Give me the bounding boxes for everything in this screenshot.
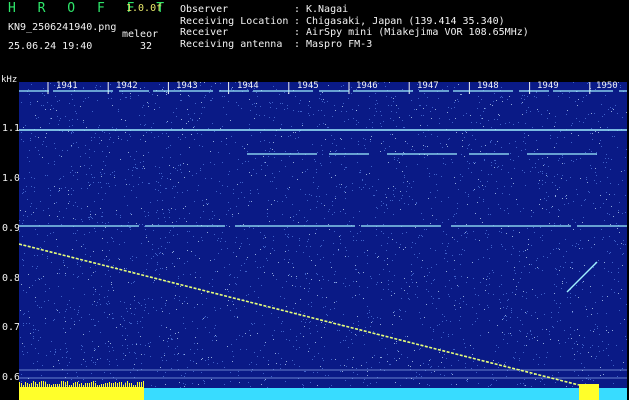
info-colon: : [294, 38, 301, 50]
info-value: K.Nagai [306, 4, 349, 15]
observation-info: Observer: K.Nagai Receiving Location: Chig… [180, 4, 529, 50]
spectrogram-canvas [19, 82, 627, 400]
x-tick-label: 1946 [356, 81, 378, 91]
intensity-band-hot [579, 384, 599, 400]
info-value: AirSpy mini (Miakejima VOR 108.65MHz) [306, 27, 529, 39]
y-tick-label: 0.7 [2, 322, 21, 333]
y-tick-label: 1.0 [2, 173, 21, 184]
info-key: Observer [180, 4, 229, 15]
x-tick-label: 1941 [56, 81, 78, 91]
header-panel: H R O F F T 1.0.0f KN9_2506241940.png me… [0, 0, 629, 74]
info-value: Chigasaki, Japan (139.414 35.340) [306, 15, 505, 27]
info-row-location: Receiving Location: Chigasaki, Japan (139… [180, 16, 529, 28]
spectrogram [19, 82, 627, 400]
info-key: Receiving antenna [180, 38, 283, 50]
info-key: Receiving Location [180, 15, 289, 27]
y-tick-label: 1.1 [2, 123, 21, 134]
y-axis-unit: kHz [1, 75, 18, 85]
x-tick-label: 1945 [297, 81, 319, 91]
info-value: Maspro FM-3 [306, 38, 373, 50]
x-tick-label: 1944 [237, 81, 259, 91]
x-tick-label: 1949 [537, 81, 559, 91]
info-row-antenna: Receiving antenna: Maspro FM-3 [180, 39, 529, 51]
app-version: 1.0.0f [126, 3, 163, 14]
x-tick-label: 1950 [596, 81, 618, 91]
info-key: Receiver [180, 27, 229, 39]
x-tick-label: 1943 [176, 81, 198, 91]
x-tick-label: 1947 [417, 81, 439, 91]
x-tick-label: 1948 [477, 81, 499, 91]
x-tick-label: 1942 [116, 81, 138, 91]
y-tick-label: 0.8 [2, 273, 21, 284]
info-row-receiver: Receiver: AirSpy mini (Miakejima VOR 108.… [180, 27, 529, 39]
info-colon: : [294, 4, 301, 15]
detection-count: 32 [140, 41, 153, 52]
mode-label: meleor [122, 29, 159, 40]
y-tick-label: 0.9 [2, 223, 21, 234]
info-colon: : [294, 15, 301, 27]
date-time: 25.06.24 19:40 [8, 41, 93, 52]
info-colon: : [294, 27, 301, 39]
file-name: KN9_2506241940.png [8, 22, 117, 33]
info-row-observer: Observer: K.Nagai [180, 4, 529, 16]
y-tick-label: 0.6 [2, 372, 21, 383]
intensity-band-hot [19, 387, 144, 400]
